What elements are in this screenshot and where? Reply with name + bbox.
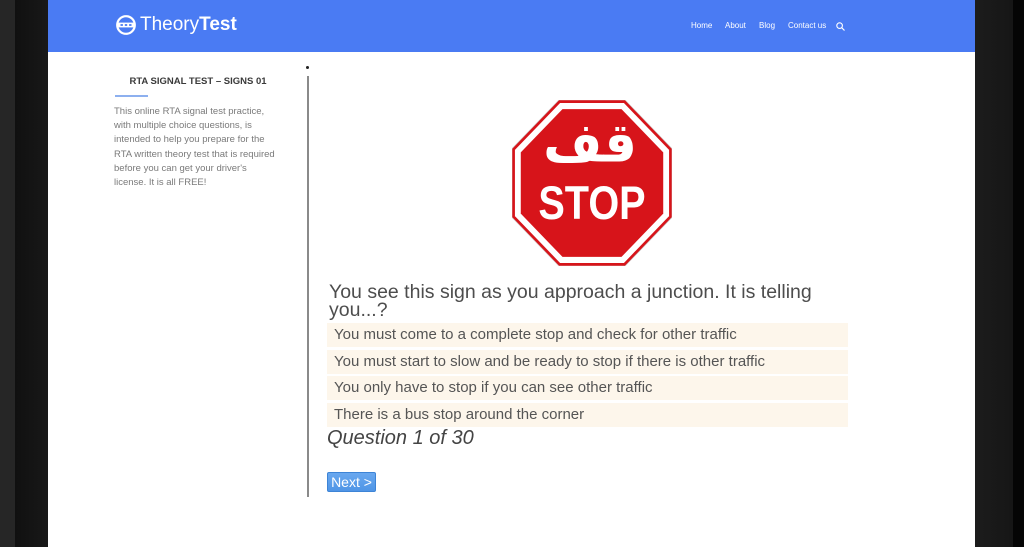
logo-text-bold: Test bbox=[199, 14, 237, 35]
site-header: TheoryTest Home About Blog Contact us bbox=[48, 0, 975, 52]
steering-wheel-icon bbox=[116, 15, 136, 35]
logo-text: TheoryTest bbox=[140, 13, 237, 37]
nav-contact-link[interactable]: Contact us bbox=[788, 21, 826, 31]
answer-option[interactable]: There is a bus stop around the corner bbox=[327, 402, 848, 427]
sidebar-description: This online RTA signal test practice, wi… bbox=[114, 106, 275, 189]
nav-about-link[interactable]: About bbox=[725, 21, 746, 31]
logo-text-regular: Theory bbox=[140, 14, 200, 35]
sidebar-title-underline bbox=[115, 95, 148, 97]
sidebar-divider bbox=[307, 76, 309, 497]
answer-options: You must come to a complete stop and che… bbox=[327, 323, 848, 427]
stop-sign-arabic-text: قف bbox=[543, 111, 637, 175]
nav-blog-link[interactable]: Blog bbox=[759, 21, 775, 31]
question-counter: Question 1 of 30 bbox=[327, 427, 474, 449]
stop-sign-english-text: STOP bbox=[538, 176, 645, 229]
background-right bbox=[975, 0, 1024, 547]
page: TheoryTest Home About Blog Contact us RT… bbox=[48, 0, 975, 547]
answer-option[interactable]: You must come to a complete stop and che… bbox=[327, 323, 848, 347]
answer-option[interactable]: You only have to stop if you can see oth… bbox=[327, 376, 848, 401]
background-left bbox=[0, 0, 48, 547]
next-button[interactable]: Next > bbox=[327, 472, 376, 492]
answer-option[interactable]: You must start to slow and be ready to s… bbox=[327, 349, 848, 374]
question-text: You see this sign as you approach a junc… bbox=[329, 281, 812, 321]
sidebar-title: RTA SIGNAL TEST – SIGNS 01 bbox=[129, 76, 267, 87]
stop-sign-image: قف STOP bbox=[512, 100, 672, 266]
site-logo[interactable]: TheoryTest bbox=[116, 13, 237, 37]
search-icon[interactable] bbox=[836, 22, 845, 31]
nav-home-link[interactable]: Home bbox=[691, 21, 712, 31]
divider-dot bbox=[306, 66, 309, 69]
